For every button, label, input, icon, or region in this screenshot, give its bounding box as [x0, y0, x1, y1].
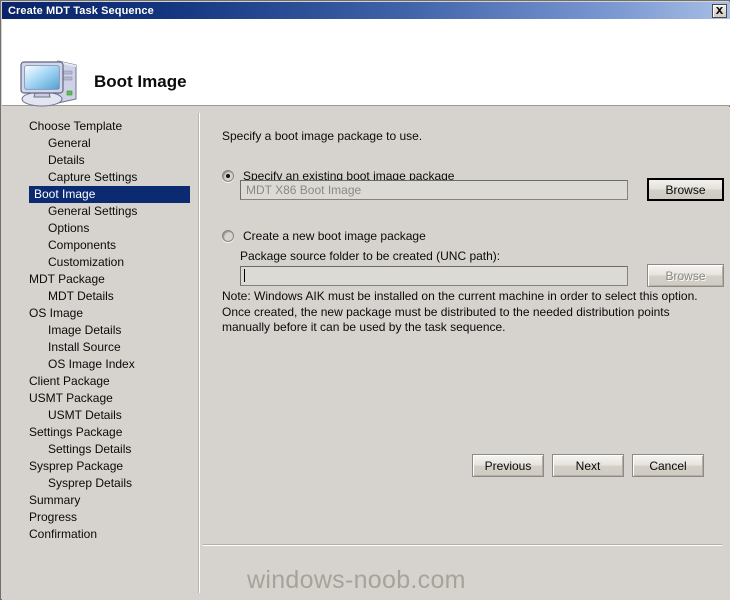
sidebar-item-mdt-package[interactable]: MDT Package	[11, 271, 198, 288]
note-text: Note: Windows AIK must be installed on t…	[222, 289, 698, 334]
left-edge-strip	[2, 107, 11, 600]
text-caret	[244, 269, 245, 282]
package-source-input[interactable]	[240, 266, 628, 286]
sidebar-item-general-settings[interactable]: General Settings	[11, 203, 198, 220]
panel-divider	[198, 113, 200, 593]
sidebar-item-boot-image[interactable]: Boot Image	[29, 186, 190, 203]
radio-new-indicator[interactable]	[222, 230, 234, 242]
next-button[interactable]: Next	[552, 454, 624, 477]
content-pane: Specify a boot image package to use. Spe…	[212, 107, 724, 600]
sidebar-item-details[interactable]: Details	[11, 152, 198, 169]
computer-icon	[18, 53, 82, 111]
sidebar-item-confirmation[interactable]: Confirmation	[11, 526, 198, 543]
sidebar-item-usmt-package[interactable]: USMT Package	[11, 390, 198, 407]
header-banner: Boot Image	[2, 19, 730, 107]
radio-new-package[interactable]: Create a new boot image package	[222, 229, 426, 243]
sidebar-item-mdt-details[interactable]: MDT Details	[11, 288, 198, 305]
sidebar-item-choose-template[interactable]: Choose Template	[11, 118, 198, 135]
cancel-button[interactable]: Cancel	[632, 454, 704, 477]
page-title: Boot Image	[94, 72, 187, 91]
radio-existing-indicator[interactable]	[222, 170, 234, 182]
package-source-label: Package source folder to be created (UNC…	[240, 249, 501, 263]
browse-existing-button[interactable]: Browse	[647, 178, 724, 201]
sidebar-item-components[interactable]: Components	[11, 237, 198, 254]
close-glyph	[715, 7, 724, 14]
footer-divider	[203, 544, 722, 546]
title-bar: Create MDT Task Sequence	[2, 2, 730, 19]
close-icon[interactable]	[712, 4, 727, 18]
radio-new-label: Create a new boot image package	[243, 229, 426, 243]
sidebar-item-os-image-index[interactable]: OS Image Index	[11, 356, 198, 373]
sidebar-item-image-details[interactable]: Image Details	[11, 322, 198, 339]
browse-new-button[interactable]: Browse	[647, 264, 724, 287]
sidebar-item-customization[interactable]: Customization	[11, 254, 198, 271]
sidebar-item-client-package[interactable]: Client Package	[11, 373, 198, 390]
dialog-window: Create MDT Task Sequence Boot Image Choo…	[0, 0, 730, 600]
sidebar-item-settings-package[interactable]: Settings Package	[11, 424, 198, 441]
instruction-text: Specify a boot image package to use.	[222, 129, 423, 143]
window-title: Create MDT Task Sequence	[8, 4, 154, 17]
previous-button[interactable]: Previous	[472, 454, 544, 477]
sidebar-item-progress[interactable]: Progress	[11, 509, 198, 526]
sidebar-item-options[interactable]: Options	[11, 220, 198, 237]
watermark: windows-noob.com	[247, 566, 466, 594]
footer-bar: Previous Next Cancel	[1, 448, 729, 494]
sidebar-item-capture-settings[interactable]: Capture Settings	[11, 169, 198, 186]
dialog-body: Choose Template General Details Capture Set…	[2, 107, 730, 600]
sidebar-item-os-image[interactable]: OS Image	[11, 305, 198, 322]
sidebar-item-summary[interactable]: Summary	[11, 492, 198, 509]
existing-package-input[interactable]: MDT X86 Boot Image	[240, 180, 628, 200]
wizard-step-list: Choose Template General Details Capture Set…	[11, 118, 198, 588]
sidebar-item-general[interactable]: General	[11, 135, 198, 152]
sidebar-item-install-source[interactable]: Install Source	[11, 339, 198, 356]
sidebar-item-usmt-details[interactable]: USMT Details	[11, 407, 198, 424]
